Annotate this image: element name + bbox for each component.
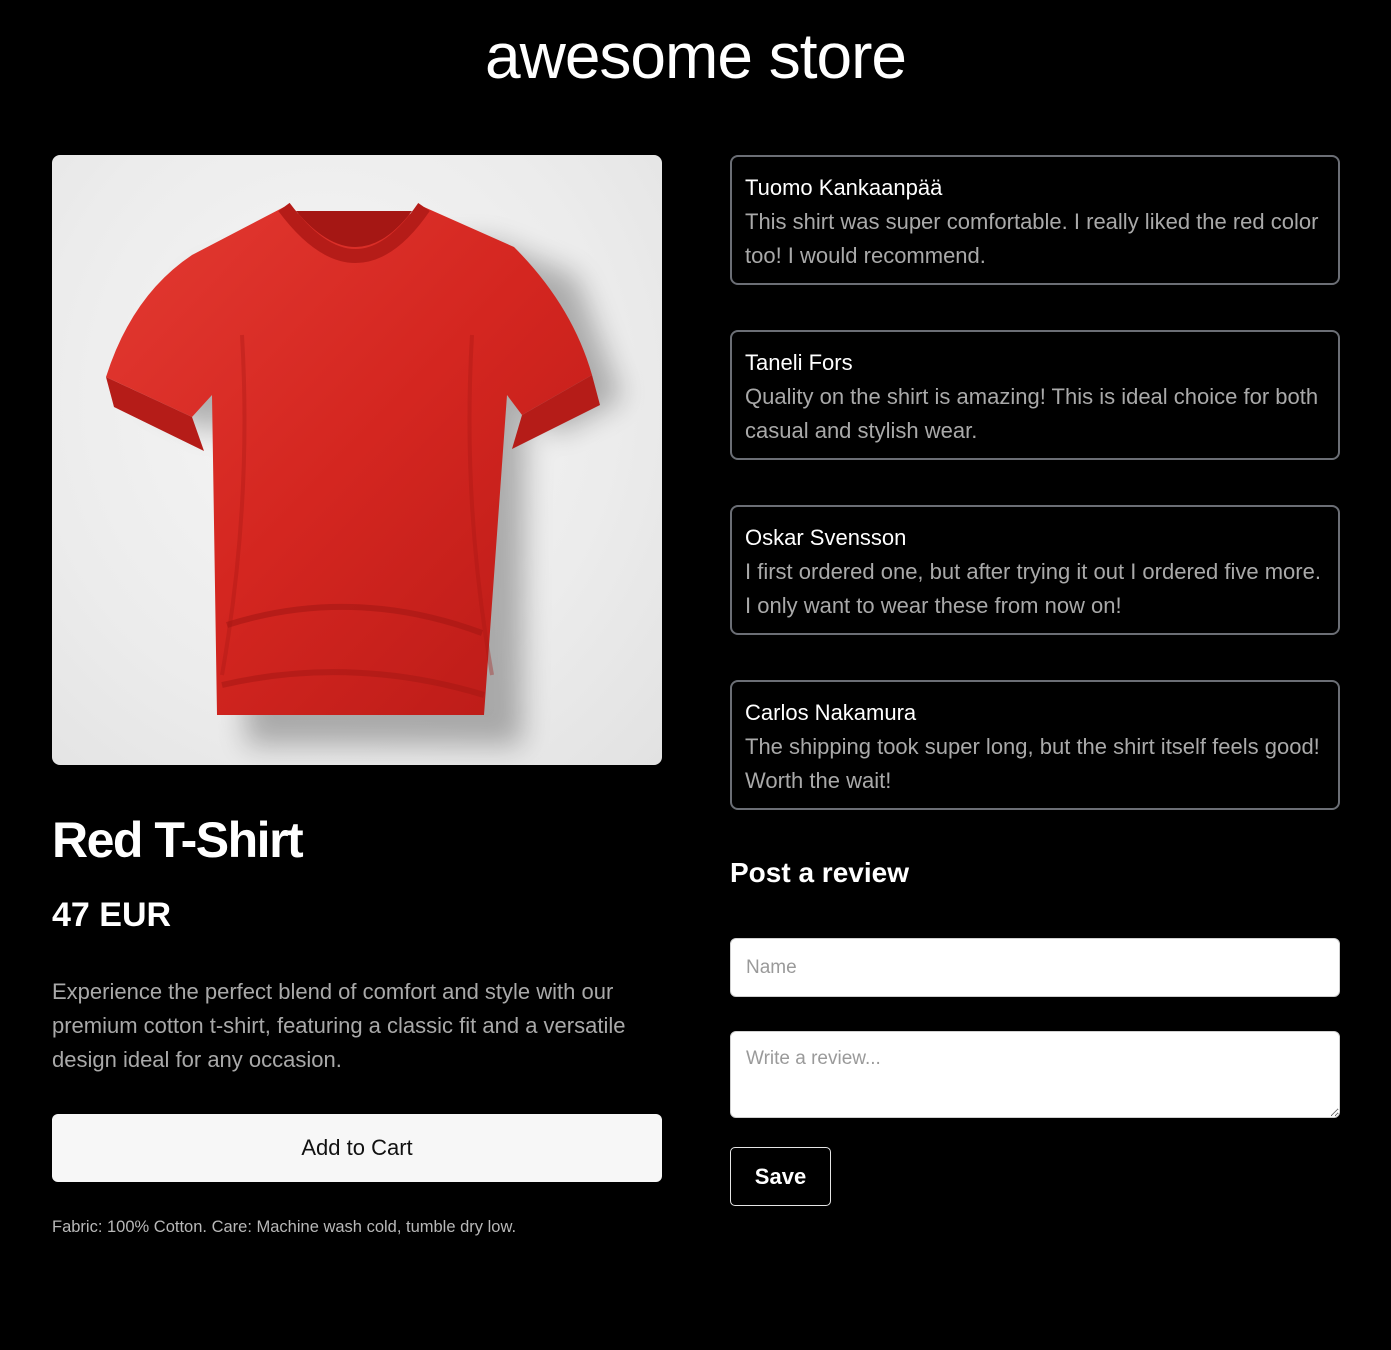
review-card: Oskar Svensson I first ordered one, but … [730,505,1340,635]
store-title: awesome store [485,20,907,92]
review-card: Carlos Nakamura The shipping took super … [730,680,1340,810]
review-author: Oskar Svensson [745,525,907,550]
review-card: Taneli Fors Quality on the shirt is amaz… [730,330,1340,460]
reviews-column: Tuomo Kankaanpää This shirt was super co… [730,155,1340,1206]
add-to-cart-button[interactable]: Add to Cart [52,1114,662,1182]
review-author: Taneli Fors [745,350,853,375]
name-input[interactable] [730,938,1340,997]
product-image [52,155,662,765]
post-review-heading: Post a review [730,857,909,888]
product-column: Red T-Shirt 47 EUR Experience the perfec… [52,155,662,1239]
review-author: Tuomo Kankaanpää [745,175,943,200]
review-text: This shirt was super comfortable. I real… [745,209,1319,268]
review-text: Quality on the shirt is amazing! This is… [745,384,1319,443]
review-author: Carlos Nakamura [745,700,917,725]
review-text: The shipping took super long, but the sh… [745,734,1320,793]
review-textarea[interactable] [730,1031,1340,1118]
fabric-care-note: Fabric: 100% Cotton. Care: Machine wash … [52,1218,517,1236]
product-price: 47 EUR [52,896,172,934]
review-text: I first ordered one, but after trying it… [745,559,1321,618]
product-description: Experience the perfect blend of comfort … [52,979,626,1072]
review-card: Tuomo Kankaanpää This shirt was super co… [730,155,1340,285]
red-tshirt-image [106,202,622,745]
product-name: Red T-Shirt [52,812,304,868]
save-button[interactable]: Save [730,1147,831,1206]
